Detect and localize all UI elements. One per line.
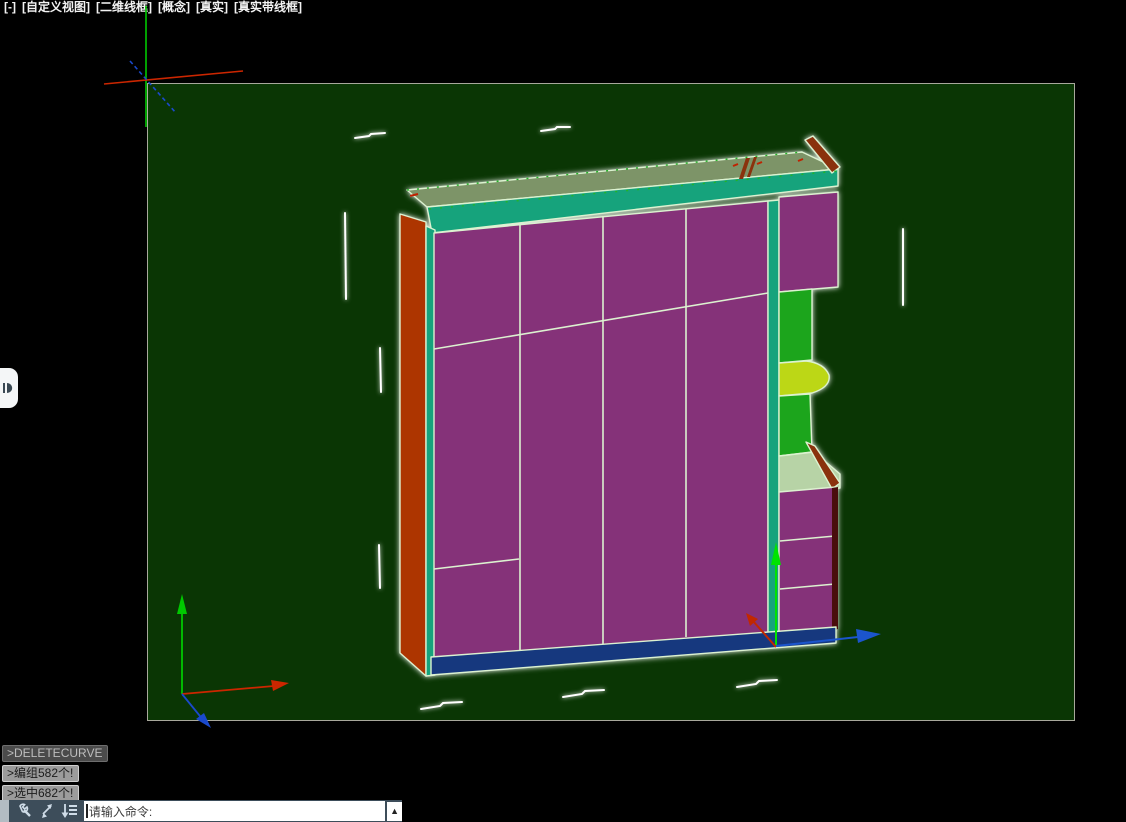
viewport-control-menu[interactable]: [-] bbox=[4, 0, 16, 15]
viewport-control-conceptual[interactable]: [概念] bbox=[158, 0, 190, 15]
expand-panel-tab[interactable] bbox=[0, 368, 18, 408]
viewport-control-realistic[interactable]: [真实] bbox=[196, 0, 228, 15]
command-bar: 请输入命令: ▲ bbox=[0, 800, 402, 822]
command-input-placeholder: 请输入命令: bbox=[89, 803, 152, 820]
command-input[interactable]: 请输入命令: bbox=[84, 801, 385, 821]
command-bar-grip[interactable] bbox=[0, 800, 9, 822]
command-history-entry: >编组582个! bbox=[2, 765, 79, 782]
viewport-control-2d-wireframe[interactable]: [二维线框] bbox=[96, 0, 152, 15]
command-history-entry: >DELETECURVE bbox=[2, 745, 108, 762]
command-list-icon[interactable] bbox=[60, 803, 78, 819]
viewport-3d[interactable] bbox=[147, 83, 1075, 721]
viewport-control-custom-view[interactable]: [自定义视图] bbox=[22, 0, 90, 15]
application-window: [-] [自定义视图] [二维线框] [概念] [真实] [真实带线框] bbox=[0, 0, 1126, 822]
scroll-up-button[interactable]: ▲ bbox=[387, 802, 402, 821]
viewport-control-realistic-edges[interactable]: [真实带线框] bbox=[234, 0, 302, 15]
text-cursor bbox=[86, 804, 88, 818]
viewport-controls: [-] [自定义视图] [二维线框] [概念] [真实] [真实带线框] bbox=[4, 0, 302, 15]
resize-arrows-icon[interactable] bbox=[38, 803, 56, 819]
wrench-icon[interactable] bbox=[16, 803, 34, 819]
expand-panel-icon bbox=[3, 381, 15, 395]
